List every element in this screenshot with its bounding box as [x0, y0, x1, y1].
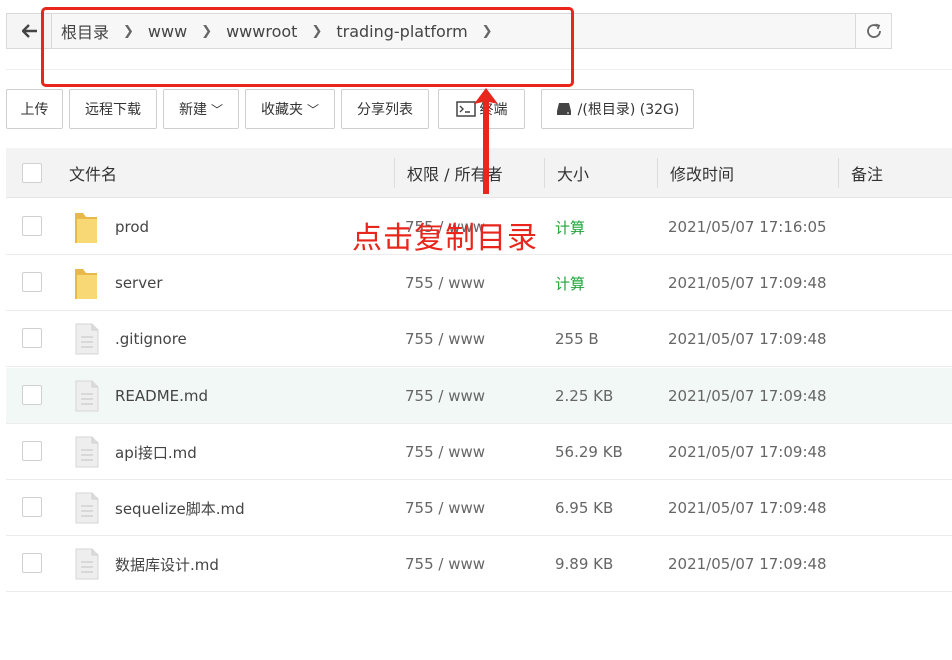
permission: 755 / www	[405, 387, 486, 405]
file-icon	[75, 380, 99, 412]
annotation-highlight-box	[41, 7, 574, 87]
modified-time: 2021/05/07 17:09:48	[668, 387, 827, 405]
upload-button[interactable]: 上传	[6, 89, 63, 129]
modified-time: 2021/05/07 17:09:48	[668, 274, 827, 292]
annotation-text: 点击复制目录	[352, 221, 538, 256]
new-button[interactable]: 新建 ﹀	[163, 89, 239, 129]
row-checkbox[interactable]	[22, 328, 42, 348]
folder-icon	[75, 213, 97, 243]
column-header-note[interactable]: 备注	[851, 148, 883, 198]
file-size[interactable]: 计算	[555, 255, 585, 311]
file-size: 9.89 KB	[555, 555, 614, 573]
file-icon	[75, 436, 99, 468]
arrow-left-icon	[21, 24, 37, 38]
column-divider	[657, 158, 658, 188]
table-row[interactable]: .gitignore 755 / www 255 B 2021/05/07 17:09…	[6, 311, 952, 367]
file-name[interactable]: README.md	[115, 368, 208, 424]
modified-time: 2021/05/07 17:09:48	[668, 443, 827, 461]
file-icon	[75, 323, 99, 355]
refresh-button[interactable]	[855, 13, 892, 49]
disk-button[interactable]: /(根目录) (32G)	[541, 89, 694, 129]
table-row[interactable]: server 755 / www 计算 2021/05/07 17:09:48	[6, 255, 952, 311]
select-all-checkbox[interactable]	[22, 163, 42, 183]
permission: 755 / www	[405, 330, 486, 348]
permission: 755 / www	[405, 443, 486, 461]
modified-time: 2021/05/07 17:09:48	[668, 499, 827, 517]
file-size: 56.29 KB	[555, 443, 623, 461]
annotation-arrow-icon	[474, 88, 498, 194]
table-row[interactable]: 数据库设计.md 755 / www 9.89 KB 2021/05/07 17:09…	[6, 536, 952, 592]
refresh-icon	[866, 23, 881, 38]
row-checkbox[interactable]	[22, 497, 42, 517]
share-list-button[interactable]: 分享列表	[341, 89, 429, 129]
table-row[interactable]: api接口.md 755 / www 56.29 KB 2021/05/07 17:0…	[6, 424, 952, 480]
column-header-name[interactable]: 文件名	[69, 148, 117, 198]
modified-time: 2021/05/07 17:09:48	[668, 330, 827, 348]
modified-time: 2021/05/07 17:16:05	[668, 218, 827, 236]
file-icon	[75, 492, 99, 524]
row-checkbox[interactable]	[22, 441, 42, 461]
modified-time: 2021/05/07 17:09:48	[668, 555, 827, 573]
column-divider	[394, 158, 395, 188]
remote-download-button[interactable]: 远程下载	[69, 89, 157, 129]
permission: 755 / www	[405, 274, 486, 292]
row-checkbox[interactable]	[22, 216, 42, 236]
file-name[interactable]: api接口.md	[115, 424, 197, 480]
file-name[interactable]: server	[115, 255, 162, 311]
permission: 755 / www	[405, 555, 486, 573]
file-name[interactable]: prod	[115, 199, 149, 255]
column-header-mtime[interactable]: 修改时间	[670, 148, 734, 198]
file-size[interactable]: 计算	[555, 199, 585, 255]
column-divider	[544, 158, 545, 188]
file-name[interactable]: sequelize脚本.md	[115, 480, 245, 536]
file-size: 2.25 KB	[555, 387, 614, 405]
file-size: 255 B	[555, 330, 599, 348]
file-icon	[75, 548, 99, 580]
file-name[interactable]: 数据库设计.md	[115, 536, 219, 592]
file-size: 6.95 KB	[555, 499, 614, 517]
folder-icon	[75, 269, 97, 299]
table-row[interactable]: sequelize脚本.md 755 / www 6.95 KB 2021/05/07…	[6, 480, 952, 536]
column-divider	[838, 158, 839, 188]
chevron-down-icon: ﹀	[210, 102, 223, 117]
table-row[interactable]: README.md 755 / www 2.25 KB 2021/05/07 17:0…	[6, 368, 952, 424]
disk-icon	[556, 103, 571, 115]
row-checkbox[interactable]	[22, 272, 42, 292]
row-checkbox[interactable]	[22, 553, 42, 573]
column-header-size[interactable]: 大小	[557, 148, 589, 198]
favorites-button[interactable]: 收藏夹 ﹀	[245, 89, 335, 129]
permission: 755 / www	[405, 499, 486, 517]
file-name[interactable]: .gitignore	[115, 311, 187, 367]
chevron-down-icon: ﹀	[306, 102, 319, 117]
row-checkbox[interactable]	[22, 385, 42, 405]
